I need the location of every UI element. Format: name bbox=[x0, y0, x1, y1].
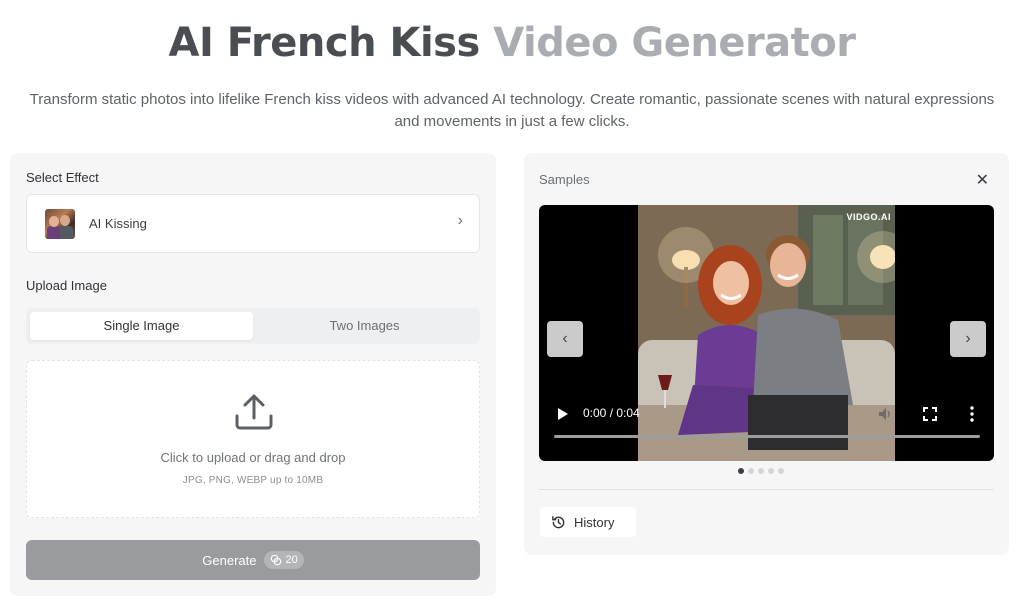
carousel-dot[interactable] bbox=[748, 468, 754, 474]
carousel-dot[interactable] bbox=[758, 468, 764, 474]
chevron-right-icon: › bbox=[457, 212, 463, 229]
credit-cost: 20 bbox=[285, 554, 298, 566]
page-title-main: AI French Kiss bbox=[168, 20, 481, 66]
watermark: VIDGO.AI bbox=[846, 212, 891, 222]
generate-label: Generate bbox=[202, 552, 257, 568]
page-title-accent: Video Generator bbox=[493, 20, 856, 66]
carousel-dots bbox=[738, 468, 784, 474]
sample-video-player[interactable]: VIDGO.AI ‹ › 0:00 / 0:04 bbox=[539, 205, 994, 461]
page-title: AI French Kiss Video Generator bbox=[0, 20, 1024, 66]
generator-panel: Select Effect AI Kissing › Upload Image … bbox=[10, 153, 496, 596]
effect-thumbnail bbox=[45, 209, 75, 239]
carousel-dot[interactable] bbox=[738, 468, 744, 474]
upload-icon bbox=[235, 394, 273, 430]
volume-icon[interactable] bbox=[877, 406, 893, 422]
tab-single-image[interactable]: Single Image bbox=[30, 312, 253, 340]
divider bbox=[539, 489, 994, 490]
tab-two-images[interactable]: Two Images bbox=[253, 312, 476, 340]
upload-image-label: Upload Image bbox=[26, 278, 107, 293]
effect-name: AI Kissing bbox=[89, 216, 147, 231]
history-icon bbox=[552, 515, 565, 528]
next-sample-button[interactable]: › bbox=[950, 321, 986, 357]
more-options-icon[interactable] bbox=[969, 405, 975, 423]
generate-button[interactable]: Generate 20 bbox=[26, 540, 480, 580]
close-icon[interactable]: ✕ bbox=[976, 170, 989, 190]
video-progress-bar[interactable] bbox=[554, 435, 980, 438]
fullscreen-icon[interactable] bbox=[922, 406, 938, 422]
image-mode-tabs: Single Image Two Images bbox=[26, 308, 480, 344]
play-icon[interactable] bbox=[557, 407, 569, 421]
video-controls: 0:00 / 0:04 bbox=[539, 401, 994, 461]
carousel-dot[interactable] bbox=[778, 468, 784, 474]
upload-instruction: Click to upload or drag and drop bbox=[160, 450, 346, 465]
carousel-dot[interactable] bbox=[768, 468, 774, 474]
history-button[interactable]: History bbox=[540, 507, 636, 537]
credit-cost-badge: 20 bbox=[264, 551, 304, 569]
prev-sample-button[interactable]: ‹ bbox=[547, 321, 583, 357]
samples-label: Samples bbox=[539, 172, 590, 187]
video-time: 0:00 / 0:04 bbox=[583, 406, 640, 420]
history-label: History bbox=[574, 514, 615, 530]
effect-select[interactable]: AI Kissing › bbox=[26, 194, 480, 253]
page-subtitle: Transform static photos into lifelike Fr… bbox=[29, 91, 995, 130]
upload-format-hint: JPG, PNG, WEBP up to 10MB bbox=[182, 475, 324, 486]
select-effect-label: Select Effect bbox=[26, 170, 99, 185]
samples-panel: Samples ✕ VIDGO.AI ‹ › 0:00 / 0:04 Histo… bbox=[524, 153, 1009, 555]
upload-dropzone[interactable]: Click to upload or drag and drop JPG, PN… bbox=[26, 360, 480, 518]
coins-icon bbox=[271, 554, 282, 566]
